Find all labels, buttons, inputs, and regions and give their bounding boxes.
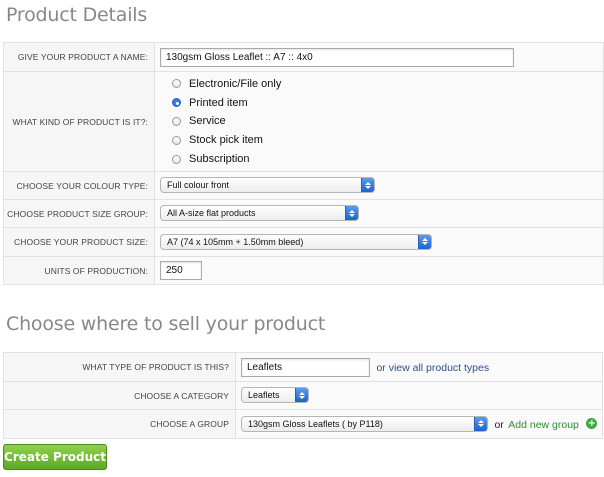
product-size-value: A7 (74 x 105mm + 1.50mm bleed) <box>167 236 304 247</box>
select-arrows-icon <box>474 416 487 431</box>
product-type-cell: Leaflets or view all product types <box>235 352 603 382</box>
radio-button[interactable] <box>172 98 181 108</box>
select-arrows-icon <box>418 234 431 249</box>
create-product-button[interactable]: Create Product <box>3 444 107 470</box>
plus-icon[interactable]: + <box>586 418 598 430</box>
radio-button[interactable] <box>172 154 181 164</box>
sell-form: WHAT TYPE OF PRODUCT IS THIS? Leaflets o… <box>3 352 603 439</box>
category-value: Leaflets <box>248 390 280 401</box>
category-select[interactable]: Leaflets <box>241 387 309 404</box>
sell-heading: Choose where to sell your product <box>6 313 326 335</box>
size-group-select[interactable]: All A-size flat products <box>160 205 359 222</box>
radio-button[interactable] <box>172 116 181 126</box>
product-kind-option-label: Subscription <box>189 153 250 166</box>
product-kind-radio-group: Electronic/File only Printed item Service S… <box>160 73 603 171</box>
group-value: 130gsm Gloss Leaflets ( by P118) <box>248 418 383 429</box>
group-select[interactable]: 130gsm Gloss Leaflets ( by P118) <box>241 415 488 432</box>
product-kind-option[interactable]: Printed item <box>172 93 603 112</box>
size-group-label: CHOOSE PRODUCT SIZE GROUP: <box>3 199 155 228</box>
product-name-input[interactable]: 130gsm Gloss Leaflet :: A7 :: 4x0 <box>160 47 514 67</box>
select-arrows-icon <box>345 206 358 221</box>
product-kind-option[interactable]: Stock pick item <box>172 131 603 150</box>
colour-type-label: CHOOSE YOUR COLOUR TYPE: <box>3 171 155 200</box>
product-type-input[interactable]: Leaflets <box>241 357 370 377</box>
size-group-value: All A-size flat products <box>167 208 256 219</box>
radio-button[interactable] <box>172 79 181 89</box>
product-kind-option-label: Electronic/File only <box>189 77 282 90</box>
colour-type-select[interactable]: Full colour front <box>160 177 375 194</box>
colour-type-value: Full colour front <box>167 180 230 191</box>
group-label: CHOOSE A GROUP <box>3 409 236 439</box>
product-kind-option-label: Service <box>189 115 226 128</box>
product-kind-option-label: Stock pick item <box>189 134 263 147</box>
group-row: CHOOSE A GROUP 130gsm Gloss Leaflets ( b… <box>3 409 603 439</box>
product-details-form: GIVE YOUR PRODUCT A NAME: 130gsm Gloss L… <box>3 42 604 285</box>
product-name-label: GIVE YOUR PRODUCT A NAME: <box>3 42 155 72</box>
size-group-cell: All A-size flat products <box>154 199 604 228</box>
product-details-heading: Product Details <box>6 4 148 26</box>
size-group-row: CHOOSE PRODUCT SIZE GROUP: All A-size fl… <box>3 199 604 228</box>
colour-type-cell: Full colour front <box>154 171 604 200</box>
product-size-label: CHOOSE YOUR PRODUCT SIZE: <box>3 227 155 257</box>
kind-row: WHAT KIND OF PRODUCT IS IT?: Electronic/… <box>3 71 604 172</box>
product-kind-label: WHAT KIND OF PRODUCT IS IT?: <box>3 71 155 172</box>
product-kind-option-label: Printed item <box>189 96 248 109</box>
product-kind-option[interactable]: Electronic/File only <box>172 75 603 94</box>
category-cell: Leaflets <box>235 381 603 410</box>
select-arrows-icon <box>295 388 308 403</box>
product-kind-option[interactable]: Service <box>172 112 603 131</box>
name-row: GIVE YOUR PRODUCT A NAME: 130gsm Gloss L… <box>3 42 604 72</box>
add-new-group-link[interactable]: Add new group <box>508 419 579 431</box>
product-type-row: WHAT TYPE OF PRODUCT IS THIS? Leaflets o… <box>3 352 603 382</box>
group-cell: 130gsm Gloss Leaflets ( by P118) or Add … <box>235 409 603 439</box>
product-kind-option[interactable]: Subscription <box>172 150 603 169</box>
colour-row: CHOOSE YOUR COLOUR TYPE: Full colour fro… <box>3 171 604 200</box>
product-kind-cell: Electronic/File only Printed item Service S… <box>154 71 604 172</box>
product-type-label: WHAT TYPE OF PRODUCT IS THIS? <box>3 352 236 382</box>
units-input[interactable]: 250 <box>160 261 202 280</box>
category-row: CHOOSE A CATEGORY Leaflets <box>3 381 603 410</box>
view-all-product-types-link[interactable]: or view all product types <box>376 362 489 374</box>
product-size-select[interactable]: A7 (74 x 105mm + 1.50mm bleed) <box>160 233 432 250</box>
units-label: UNITS OF PRODUCTION: <box>3 256 155 285</box>
product-name-cell: 130gsm Gloss Leaflet :: A7 :: 4x0 <box>154 42 604 72</box>
size-row: CHOOSE YOUR PRODUCT SIZE: A7 (74 x 105mm… <box>3 227 604 257</box>
select-arrows-icon <box>361 178 374 193</box>
or-text: or <box>494 419 504 431</box>
product-size-cell: A7 (74 x 105mm + 1.50mm bleed) <box>154 227 604 257</box>
units-cell: 250 <box>154 256 604 285</box>
units-row: UNITS OF PRODUCTION: 250 <box>3 256 604 285</box>
category-label: CHOOSE A CATEGORY <box>3 381 236 410</box>
radio-button[interactable] <box>172 135 181 145</box>
